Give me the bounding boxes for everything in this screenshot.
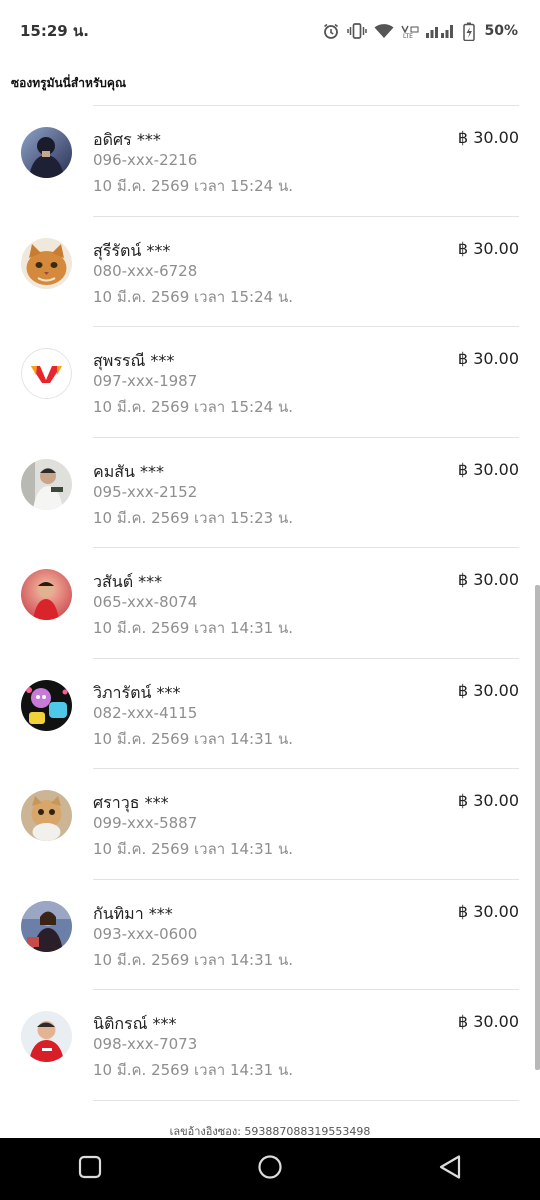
transaction-date: 10 มี.ค. 2569 เวลา 15:24 น. bbox=[93, 287, 293, 306]
amount: ฿ 30.00 bbox=[457, 459, 519, 479]
signal-icon bbox=[426, 23, 456, 39]
recipient-phone: 097-xxx-1987 bbox=[93, 372, 198, 390]
recipient-phone: 099-xxx-5887 bbox=[93, 814, 198, 832]
back-icon bbox=[438, 1154, 462, 1184]
amount: ฿ 30.00 bbox=[457, 349, 519, 368]
status-time: 15:29 น. bbox=[20, 22, 89, 40]
transaction-date: 10 มี.ค. 2569 เวลา 14:31 น. bbox=[93, 619, 293, 637]
avatar bbox=[21, 458, 72, 510]
divider bbox=[93, 1100, 519, 1101]
svg-text:LTE: LTE bbox=[403, 33, 413, 39]
recipient-phone: 065-xxx-8074 bbox=[93, 593, 198, 611]
alarm-icon bbox=[322, 22, 340, 40]
section-title: ซองทรูมันนี่สำหรับคุณ bbox=[11, 76, 127, 90]
avatar bbox=[21, 790, 72, 841]
list-item[interactable]: ศราวุธ *** 099-xxx-5887 10 มี.ค. 2569 เว… bbox=[0, 768, 540, 879]
avatar bbox=[21, 348, 72, 399]
recipient-name: กันทิมา *** bbox=[93, 903, 173, 923]
battery-percent: 50% bbox=[484, 23, 518, 39]
scrollbar[interactable] bbox=[535, 585, 540, 1070]
transaction-date: 10 มี.ค. 2569 เวลา 15:24 น. bbox=[93, 177, 293, 195]
status-bar: 15:29 น. LTE 50% bbox=[0, 0, 540, 62]
amount: ฿ 30.00 bbox=[457, 1012, 519, 1031]
recipient-name: อดิศร *** bbox=[93, 130, 161, 149]
recipient-phone: 096-xxx-2216 bbox=[93, 151, 198, 169]
recipient-name: วิภารัตน์ *** bbox=[93, 682, 181, 702]
avatar bbox=[21, 1011, 72, 1062]
list-item[interactable]: สุพรรณี *** 097-xxx-1987 10 มี.ค. 2569 เ… bbox=[0, 326, 540, 437]
transaction-date: 10 มี.ค. 2569 เวลา 14:31 น. bbox=[93, 950, 293, 969]
avatar bbox=[21, 127, 72, 178]
recipient-name: คมสัน *** bbox=[93, 461, 165, 481]
divider bbox=[93, 105, 519, 106]
vibrate-icon bbox=[347, 22, 368, 40]
recipient-phone: 080-xxx-6728 bbox=[93, 261, 198, 280]
back-button[interactable] bbox=[410, 1138, 490, 1200]
transaction-date: 10 มี.ค. 2569 เวลา 14:31 น. bbox=[93, 1061, 293, 1079]
amount: ฿ 30.00 bbox=[457, 128, 519, 147]
battery-charging-icon bbox=[463, 22, 476, 41]
divider bbox=[93, 436, 519, 438]
home-icon bbox=[257, 1154, 283, 1184]
avatar bbox=[21, 679, 72, 731]
divider bbox=[93, 989, 519, 990]
list-item[interactable]: คมสัน *** 095-xxx-2152 10 มี.ค. 2569 เวล… bbox=[0, 436, 540, 548]
amount: ฿ 30.00 bbox=[457, 570, 519, 589]
amount: ฿ 30.00 bbox=[457, 901, 519, 921]
divider bbox=[93, 878, 519, 880]
home-button[interactable] bbox=[230, 1138, 310, 1200]
list-item[interactable]: วิภารัตน์ *** 082-xxx-4115 10 มี.ค. 2569… bbox=[0, 657, 540, 769]
volte-icon: LTE bbox=[401, 23, 419, 39]
recipient-name: นิติกรณ์ *** bbox=[93, 1014, 177, 1033]
recipient-list: อดิศร *** 096-xxx-2216 10 มี.ค. 2569 เวล… bbox=[0, 105, 540, 1100]
transaction-date: 10 มี.ค. 2569 เวลา 14:31 น. bbox=[93, 729, 293, 748]
recipient-phone: 095-xxx-2152 bbox=[93, 482, 198, 501]
divider bbox=[93, 768, 519, 769]
wifi-icon bbox=[374, 23, 394, 39]
list-item[interactable]: กันทิมา *** 093-xxx-0600 10 มี.ค. 2569 เ… bbox=[0, 878, 540, 990]
navigation-bar bbox=[0, 1138, 540, 1200]
transaction-date: 10 มี.ค. 2569 เวลา 15:24 น. bbox=[93, 398, 293, 416]
recipient-name: สุรีรัตน์ *** bbox=[93, 240, 171, 260]
recipient-name: วสันต์ *** bbox=[93, 572, 163, 591]
list-item[interactable]: วสันต์ *** 065-xxx-8074 10 มี.ค. 2569 เว… bbox=[0, 547, 540, 658]
divider bbox=[93, 326, 519, 327]
list-item[interactable]: อดิศร *** 096-xxx-2216 10 มี.ค. 2569 เวล… bbox=[0, 105, 540, 216]
list-item[interactable]: นิติกรณ์ *** 098-xxx-7073 10 มี.ค. 2569 … bbox=[0, 989, 540, 1100]
divider bbox=[93, 547, 519, 548]
recipient-phone: 098-xxx-7073 bbox=[93, 1035, 198, 1053]
divider bbox=[93, 215, 519, 217]
amount: ฿ 30.00 bbox=[457, 680, 519, 700]
divider bbox=[93, 657, 519, 659]
recipient-name: สุพรรณี *** bbox=[93, 351, 175, 370]
recent-apps-icon bbox=[78, 1155, 102, 1183]
transaction-date: 10 มี.ค. 2569 เวลา 15:23 น. bbox=[93, 508, 293, 527]
avatar bbox=[21, 237, 72, 289]
amount: ฿ 30.00 bbox=[457, 791, 519, 810]
transaction-date: 10 มี.ค. 2569 เวลา 14:31 น. bbox=[93, 840, 293, 858]
recipient-phone: 082-xxx-4115 bbox=[93, 703, 198, 722]
amount: ฿ 30.00 bbox=[457, 238, 519, 258]
list-item[interactable]: สุรีรัตน์ *** 080-xxx-6728 10 มี.ค. 2569… bbox=[0, 215, 540, 327]
avatar bbox=[21, 900, 72, 952]
status-icons: LTE 50% bbox=[322, 22, 518, 41]
recipient-name: ศราวุธ *** bbox=[93, 793, 169, 812]
recent-apps-button[interactable] bbox=[50, 1138, 130, 1200]
avatar bbox=[21, 569, 72, 620]
recipient-phone: 093-xxx-0600 bbox=[93, 924, 198, 943]
